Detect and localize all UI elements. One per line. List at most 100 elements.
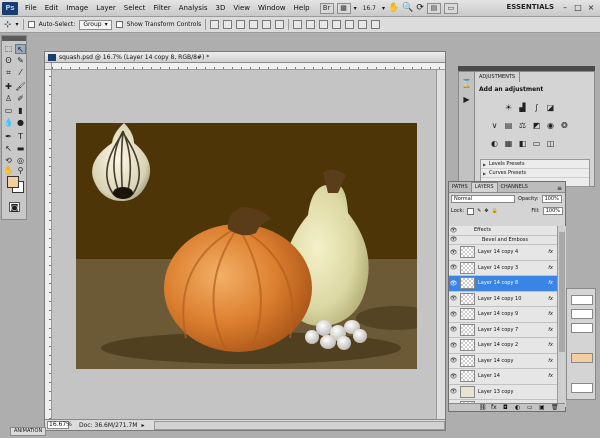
screen-mode-icon[interactable]: ▭ bbox=[443, 2, 458, 14]
eraser-tool-icon[interactable]: ▭ bbox=[3, 106, 14, 116]
photo-filter-icon[interactable]: ◉ bbox=[545, 120, 556, 131]
curves-presets-item[interactable]: Curves Presets bbox=[481, 169, 589, 178]
lasso-tool-icon[interactable]: ʘ bbox=[3, 56, 14, 66]
align-top-icon[interactable] bbox=[210, 20, 220, 29]
eye-icon[interactable]: 👁 bbox=[449, 357, 458, 364]
scrollbar-thumb[interactable] bbox=[559, 232, 565, 352]
eye-icon[interactable]: 👁 bbox=[449, 342, 458, 349]
distribute-middle-icon[interactable] bbox=[306, 20, 316, 29]
layer-fx-badge[interactable]: fx bbox=[548, 311, 553, 317]
panel-menu-icon[interactable]: ≡ bbox=[557, 185, 565, 192]
auto-align-icon[interactable] bbox=[371, 20, 381, 29]
pen-tool-icon[interactable]: ✒ bbox=[3, 132, 14, 142]
menu-layer[interactable]: Layer bbox=[92, 4, 120, 12]
quick-select-tool-icon[interactable]: ✎ bbox=[15, 56, 26, 66]
actions-icon[interactable]: ▶ bbox=[461, 94, 472, 105]
layer-row[interactable]: 👁 Layer 14 copy 2 fx bbox=[449, 338, 557, 354]
align-left-icon[interactable] bbox=[249, 20, 259, 29]
layer-row[interactable]: 👁 Layer 14 copy 4 fx bbox=[449, 245, 557, 261]
panel-field[interactable] bbox=[571, 323, 593, 333]
link-layers-icon[interactable]: ⛓ bbox=[479, 404, 487, 411]
layer-fx-badge[interactable]: fx bbox=[548, 373, 553, 379]
3d-rotate-tool-icon[interactable]: ⟲ bbox=[3, 156, 14, 166]
layer-name[interactable]: Layer 14 copy 2 bbox=[478, 342, 518, 348]
align-center-icon[interactable] bbox=[262, 20, 272, 29]
path-selection-tool-icon[interactable]: ↖ bbox=[3, 144, 14, 154]
posterize-icon[interactable]: ▦ bbox=[503, 138, 514, 149]
layer-row[interactable]: 👁 Layer 14 copy 9 fx bbox=[449, 307, 557, 323]
layer-fx-badge[interactable]: fx bbox=[548, 249, 553, 255]
tab-channels[interactable]: CHANNELS bbox=[498, 183, 531, 192]
rotate-view-icon[interactable]: ⟳ bbox=[416, 3, 424, 13]
fill-field[interactable]: 100% bbox=[542, 207, 563, 215]
lock-position-icon[interactable]: ✥ bbox=[484, 208, 488, 214]
clone-stamp-tool-icon[interactable]: ♙ bbox=[3, 94, 14, 104]
menu-window[interactable]: Window bbox=[254, 4, 290, 12]
layer-name[interactable]: Layer 14 copy 3 bbox=[478, 265, 518, 271]
align-bottom-icon[interactable] bbox=[236, 20, 246, 29]
layer-row[interactable]: 👁 Layer 14 copy 10 fx bbox=[449, 292, 557, 307]
effects-row[interactable]: 👁 Effects bbox=[449, 226, 557, 236]
vertical-scrollbar[interactable] bbox=[436, 70, 445, 419]
eye-icon[interactable]: 👁 bbox=[449, 236, 458, 243]
layer-fx-badge[interactable]: fx bbox=[548, 280, 553, 286]
layer-row[interactable]: 👁 Layer 14 copy 8 fx bbox=[449, 276, 557, 292]
delete-layer-icon[interactable]: 🗑 bbox=[551, 404, 559, 411]
shape-tool-icon[interactable]: ▬ bbox=[15, 144, 26, 154]
lock-pixels-icon[interactable]: ✎ bbox=[477, 208, 481, 214]
hand-tool-icon[interactable]: ✋ bbox=[3, 166, 14, 176]
distribute-center-icon[interactable] bbox=[345, 20, 355, 29]
auto-select-checkbox[interactable] bbox=[27, 21, 35, 28]
zoom-level-field[interactable]: 16.7 bbox=[360, 5, 379, 12]
menu-filter[interactable]: Filter bbox=[149, 4, 174, 12]
workspace-switcher[interactable]: ESSENTIALS bbox=[507, 3, 555, 11]
layer-fx-badge[interactable]: fx bbox=[548, 358, 553, 364]
layer-row[interactable]: 👁 Layer 14 fx bbox=[449, 369, 557, 385]
add-mask-icon[interactable]: ◘ bbox=[503, 404, 508, 411]
animation-panel-tab[interactable]: ANIMATION bbox=[10, 427, 47, 436]
panel-field[interactable] bbox=[571, 309, 593, 319]
color-balance-icon[interactable]: ⚖ bbox=[517, 120, 528, 131]
hue-saturation-icon[interactable]: ▤ bbox=[503, 120, 514, 131]
align-middle-icon[interactable] bbox=[223, 20, 233, 29]
layer-row[interactable]: 👁 Layer 14 copy 3 fx bbox=[449, 261, 557, 276]
panel-field[interactable] bbox=[571, 383, 593, 393]
layer-name[interactable]: Layer 14 copy 7 bbox=[478, 327, 518, 333]
curves-icon[interactable]: ∫ bbox=[531, 102, 542, 113]
tab-adjustments[interactable]: ADJUSTMENTS bbox=[475, 72, 521, 82]
exposure-icon[interactable]: ◪ bbox=[545, 102, 556, 113]
menu-select[interactable]: Select bbox=[120, 4, 150, 12]
eye-icon[interactable]: 👁 bbox=[449, 326, 458, 333]
status-menu-arrow-icon[interactable]: ▸ bbox=[141, 422, 144, 429]
layer-name[interactable]: Layer 14 copy bbox=[478, 358, 513, 364]
move-tool-preset-icon[interactable]: ⊹ bbox=[4, 20, 12, 30]
maximize-icon[interactable]: □ bbox=[573, 3, 583, 13]
new-group-icon[interactable]: ▭ bbox=[527, 404, 533, 411]
menu-file[interactable]: File bbox=[21, 4, 41, 12]
tools-panel-header[interactable] bbox=[2, 36, 26, 41]
document-size-info[interactable]: Doc: 36.6M/271.7M bbox=[79, 422, 137, 429]
eye-icon[interactable]: 👁 bbox=[449, 264, 458, 271]
eye-icon[interactable]: 👁 bbox=[449, 311, 458, 318]
zoom-tool-icon[interactable]: 🔍 bbox=[402, 3, 413, 13]
image-canvas[interactable] bbox=[76, 123, 417, 369]
opacity-field[interactable]: 100% bbox=[541, 195, 562, 203]
foreground-color-swatch[interactable] bbox=[7, 176, 19, 188]
marquee-tool-icon[interactable]: ⬚ bbox=[3, 44, 14, 54]
layer-name[interactable]: Layer 14 copy 9 bbox=[478, 311, 518, 317]
move-tool-icon[interactable]: ↖ bbox=[15, 44, 26, 54]
lock-all-icon[interactable]: 🔒 bbox=[492, 208, 498, 214]
eye-icon[interactable]: 👁 bbox=[449, 388, 458, 395]
align-right-icon[interactable] bbox=[275, 20, 285, 29]
minimize-icon[interactable]: – bbox=[560, 3, 570, 13]
zoom-percent-field[interactable]: 16.67% bbox=[47, 421, 72, 429]
vibrance-icon[interactable]: ∨ bbox=[489, 120, 500, 131]
quick-mask-icon[interactable]: ◙ bbox=[9, 202, 20, 212]
eyedropper-tool-icon[interactable]: ⁄ bbox=[15, 68, 26, 78]
layer-name[interactable]: Layer 14 copy 10 bbox=[478, 296, 521, 302]
preset-arrow-icon[interactable]: ▾ bbox=[16, 21, 19, 28]
lock-transparency-icon[interactable] bbox=[467, 207, 475, 215]
blur-tool-icon[interactable]: 💧 bbox=[3, 118, 14, 128]
new-adjustment-icon[interactable]: ◐ bbox=[515, 404, 520, 411]
mini-bridge-icon[interactable]: ▦ bbox=[336, 2, 351, 14]
